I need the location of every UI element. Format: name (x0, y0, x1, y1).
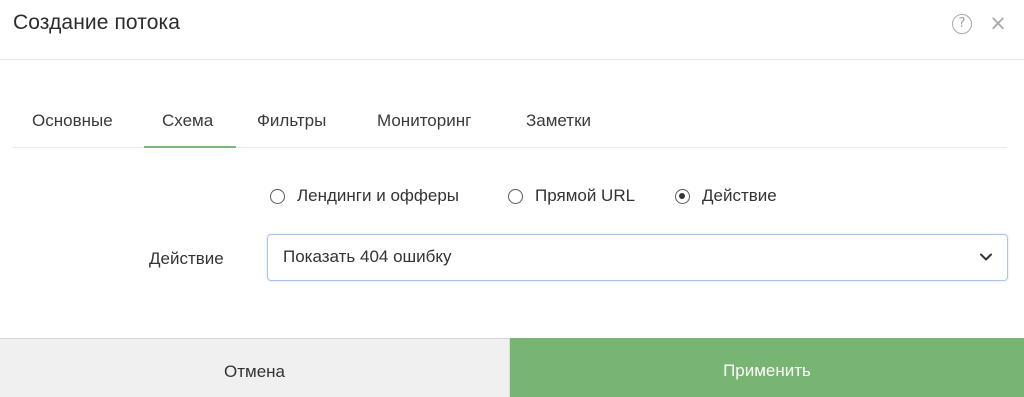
action-field-label: Действие (149, 249, 224, 268)
apply-button-label: Применить (723, 361, 811, 380)
tab-main[interactable]: Основные (32, 111, 113, 131)
action-select[interactable]: Показать 404 ошибку (267, 234, 1008, 281)
dialog-header: Создание потока ? × (0, 0, 1024, 60)
tab-scheme[interactable]: Схема (162, 111, 213, 131)
tab-bar: Основные Схема Фильтры Мониторинг Заметк… (12, 97, 1007, 148)
help-icon[interactable]: ? (952, 14, 972, 34)
radio-label: Лендинги и офферы (297, 186, 459, 205)
cancel-button[interactable]: Отмена (0, 338, 510, 397)
tab-monitoring[interactable]: Мониторинг (377, 111, 471, 131)
tab-notes[interactable]: Заметки (526, 111, 591, 131)
action-select-value: Показать 404 ошибку (283, 247, 452, 266)
dialog-footer: Отмена Применить (0, 338, 1024, 397)
cancel-button-label: Отмена (224, 362, 285, 381)
tab-filters[interactable]: Фильтры (257, 111, 326, 131)
radio-button-selected[interactable] (675, 189, 690, 204)
close-icon[interactable]: × (989, 12, 1007, 34)
apply-button[interactable]: Применить (510, 338, 1024, 397)
radio-button[interactable] (270, 189, 285, 204)
radio-label: Прямой URL (535, 186, 636, 205)
radio-label: Действие (702, 186, 777, 205)
radio-button[interactable] (508, 189, 523, 204)
dialog-title: Создание потока (13, 11, 181, 34)
chevron-down-icon (980, 253, 992, 261)
active-tab-indicator (144, 146, 236, 148)
